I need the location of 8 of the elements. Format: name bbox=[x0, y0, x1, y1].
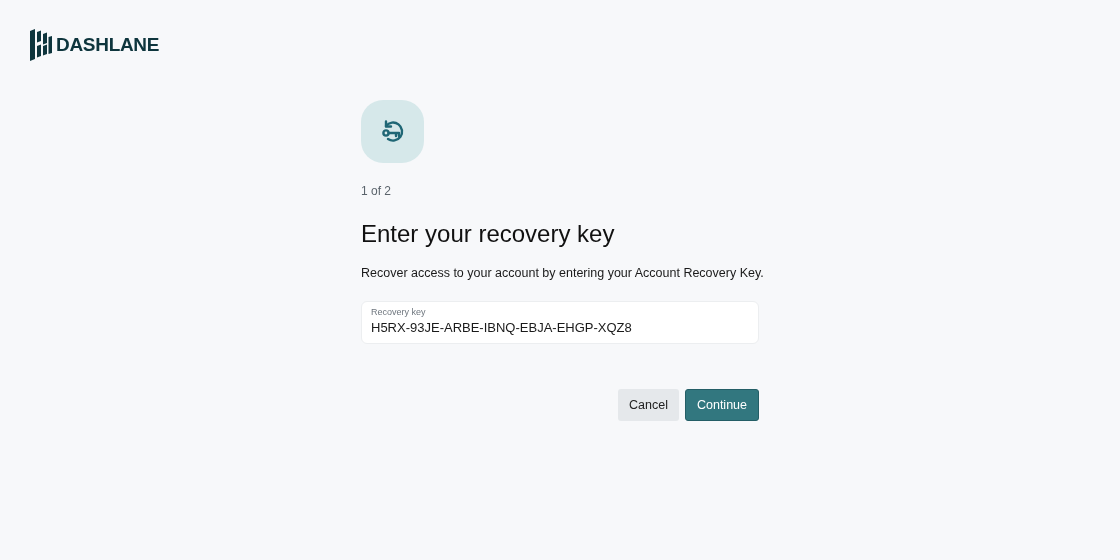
page-title: Enter your recovery key bbox=[361, 220, 616, 248]
continue-button[interactable]: Continue bbox=[684, 389, 759, 421]
logo-icon bbox=[30, 29, 52, 61]
cancel-button[interactable]: Cancel bbox=[618, 389, 679, 421]
recovery-key-field[interactable]: Recovery key H5RX-93JE-ARBE-IBNQ-EBJA-EHGP-XQZ8 bbox=[361, 301, 759, 344]
logo-wordmark: DASHLANE bbox=[56, 34, 160, 56]
step-counter: 1 of 2 bbox=[361, 184, 393, 198]
key-reset-icon bbox=[361, 100, 424, 163]
